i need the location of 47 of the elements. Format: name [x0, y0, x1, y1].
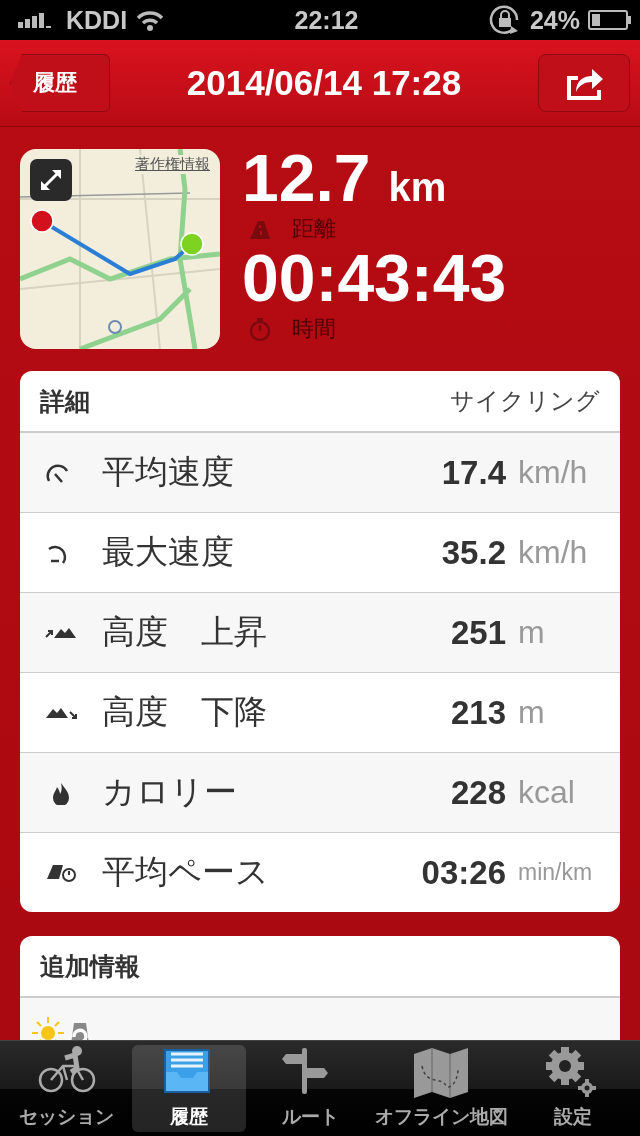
tab-item[interactable]: 設定 — [516, 1045, 630, 1132]
battery-percent: 24% — [529, 5, 580, 35]
card-title: 追加情報 — [40, 950, 140, 983]
activity-type: サイクリング — [450, 386, 600, 417]
row-value: 251 — [450, 613, 507, 652]
copyright-link[interactable]: 著作権情報 — [133, 155, 212, 174]
wifi-icon — [135, 9, 166, 31]
tab-item[interactable]: セッション — [10, 1045, 124, 1132]
back-button[interactable]: 履歴 — [10, 54, 110, 112]
row-label: カロリー — [102, 771, 238, 813]
carrier-name: KDDI — [66, 5, 128, 35]
row-unit: m — [518, 614, 546, 651]
row-unit: m — [518, 694, 546, 731]
stat-label: 時間 — [292, 315, 336, 343]
row-label: 高度 下降 — [102, 691, 268, 733]
row-label: 平均速度 — [102, 451, 235, 493]
tab-item[interactable]: オフライン地図 — [375, 1045, 509, 1132]
status-time: 22:12 — [294, 5, 359, 35]
stopwatch-icon — [248, 317, 272, 341]
row-unit: min/km — [518, 859, 594, 886]
mountain-up-icon — [45, 626, 77, 639]
row-value: 17.4 — [441, 453, 507, 492]
row-label: 平均ペース — [102, 851, 270, 893]
row-label: 高度 上昇 — [102, 611, 268, 653]
expand-icon — [38, 167, 64, 193]
battery-icon — [588, 9, 632, 31]
stat-value: 00:43:43 — [242, 245, 507, 311]
mountain-down-icon — [45, 706, 77, 719]
card-title: 詳細 — [40, 385, 90, 418]
row-value: 213 — [450, 693, 507, 732]
row-unit: km/h — [518, 454, 589, 491]
stat-value: 12.7 — [242, 145, 371, 211]
stat-unit: km — [388, 165, 447, 210]
expand-button[interactable] — [30, 159, 72, 201]
row-value: 35.2 — [441, 533, 507, 572]
tab-item[interactable]: ルート — [253, 1045, 368, 1132]
row-unit: km/h — [518, 534, 589, 571]
runner-stopwatch-icon — [45, 863, 77, 882]
row-value: 03:26 — [421, 853, 507, 892]
row-unit: kcal — [518, 774, 576, 811]
share-icon — [564, 66, 604, 100]
row-value: 228 — [450, 773, 507, 812]
tab-item[interactable]: 履歴 — [131, 1045, 246, 1132]
stat-label: 距離 — [292, 215, 336, 243]
row-label: 最大速度 — [102, 531, 235, 573]
screen-title: 2014/06/14 17:28 — [186, 63, 462, 103]
share-button[interactable] — [538, 54, 630, 112]
